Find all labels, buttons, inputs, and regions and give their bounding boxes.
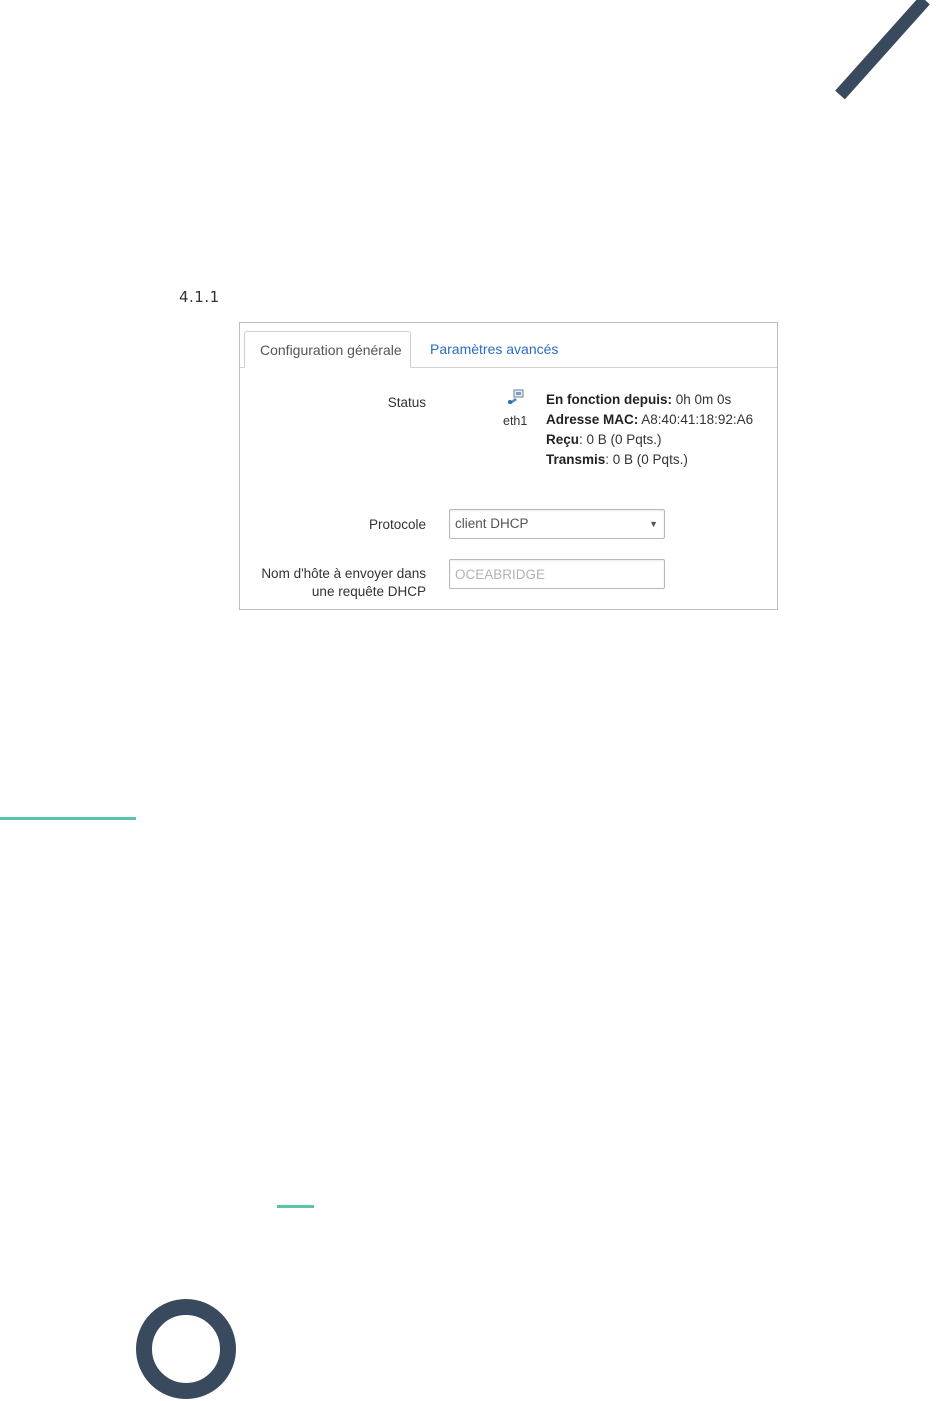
protocol-selected-value: client DHCP: [455, 516, 529, 531]
mac-label: Adresse MAC:: [546, 412, 639, 427]
mac-value: A8:40:41:18:92:A6: [641, 412, 754, 427]
tab-general-config[interactable]: Configuration générale: [244, 331, 411, 368]
mac-row: Adresse MAC: A8:40:41:18:92:A6: [546, 410, 753, 430]
uptime-label: En fonction depuis:: [546, 392, 672, 407]
received-value: : 0 B (0 Pqts.): [579, 432, 662, 447]
dropdown-arrow-icon: ▼: [649, 519, 658, 529]
transmitted-label: Transmis: [546, 452, 606, 467]
hostname-label-line2: une requête DHCP: [311, 584, 426, 599]
decorative-ring: [136, 1299, 236, 1399]
protocol-label: Protocole: [368, 517, 426, 532]
tab-bar: Configuration générale Paramètres avancé…: [240, 323, 777, 368]
transmitted-row: Transmis: 0 B (0 Pqts.): [546, 450, 753, 470]
uptime-value: 0h 0m 0s: [675, 392, 732, 407]
received-label: Reçu: [546, 432, 580, 447]
received-row: Reçu: 0 B (0 Pqts.): [546, 430, 753, 450]
hostname-input[interactable]: [449, 559, 665, 589]
hostname-label-line1: Nom d'hôte à envoyer dans: [261, 566, 426, 581]
transmitted-value: : 0 B (0 Pqts.): [605, 452, 688, 467]
interface-name: eth1: [503, 414, 528, 428]
protocol-select[interactable]: client DHCP ▼: [449, 509, 665, 539]
decorative-accent-line: [0, 817, 136, 820]
hostname-label: Nom d'hôte à envoyer dans une requête DH…: [261, 565, 426, 601]
status-label: Status: [387, 395, 426, 410]
interface-config-panel: Configuration générale Paramètres avancé…: [239, 322, 778, 610]
tab-advanced-settings[interactable]: Paramètres avancés: [415, 331, 573, 368]
interface-stats: En fonction depuis: 0h 0m 0s Adresse MAC…: [546, 390, 753, 470]
decorative-slash: [835, 0, 930, 100]
section-number: 4.1.1: [179, 288, 220, 306]
network-interface-icon: [508, 389, 524, 404]
uptime-row: En fonction depuis: 0h 0m 0s: [546, 390, 753, 410]
decorative-accent-dash: [277, 1205, 314, 1208]
